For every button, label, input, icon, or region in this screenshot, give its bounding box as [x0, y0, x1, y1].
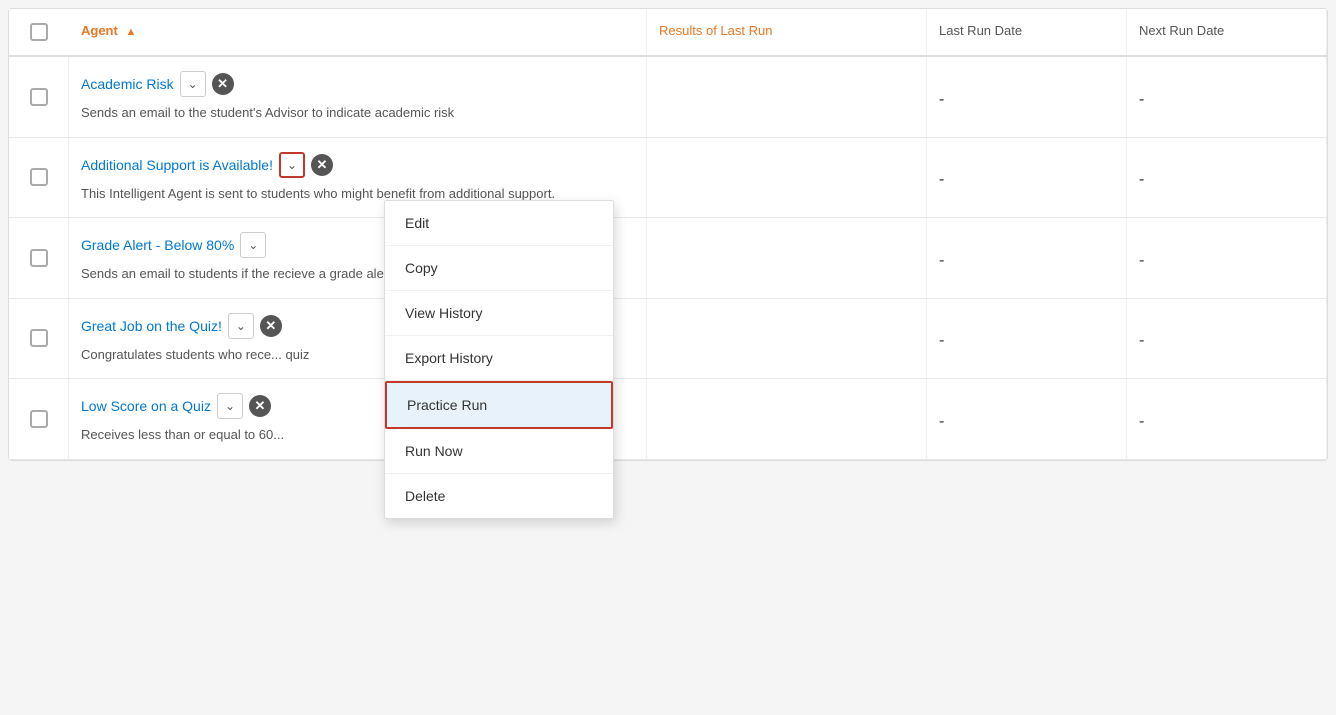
- next-run-date-cell: -: [1127, 138, 1327, 218]
- last-run-date-cell: -: [927, 57, 1127, 137]
- next-run-date-cell: -: [1127, 379, 1327, 459]
- dropdown-item-copy[interactable]: Copy: [385, 246, 613, 291]
- next-run-date-value: -: [1139, 91, 1144, 109]
- row-checkbox[interactable]: [30, 168, 48, 186]
- agent-close-button[interactable]: ✕: [260, 315, 282, 337]
- results-header-label: Results of Last Run: [659, 23, 772, 38]
- next-run-date-cell: -: [1127, 218, 1327, 298]
- sort-arrow-icon[interactable]: ▲: [125, 26, 136, 38]
- table-header: Agent ▲ Results of Last Run Last Run Dat…: [9, 9, 1327, 57]
- agent-title-row: Low Score on a Quiz ⌄ ✕: [81, 393, 271, 419]
- next-run-date-value: -: [1139, 252, 1144, 270]
- next-run-date-cell: -: [1127, 299, 1327, 379]
- last-run-date-value: -: [939, 252, 944, 270]
- row-checkbox-cell: [9, 57, 69, 137]
- dropdown-menu: Edit Copy View History Export History Pr…: [384, 200, 614, 519]
- results-cell: [647, 299, 927, 379]
- agent-name-link[interactable]: Additional Support is Available!: [81, 157, 273, 173]
- agent-close-button[interactable]: ✕: [249, 395, 271, 417]
- agents-table: Agent ▲ Results of Last Run Last Run Dat…: [8, 8, 1328, 461]
- agent-name-link[interactable]: Grade Alert - Below 80%: [81, 237, 234, 253]
- agent-close-button[interactable]: ✕: [212, 73, 234, 95]
- agent-title-row: Additional Support is Available! ⌄ ✕: [81, 152, 333, 178]
- agent-dropdown-button[interactable]: ⌄: [180, 71, 206, 97]
- header-checkbox-cell: [9, 9, 69, 55]
- agent-title-row: Grade Alert - Below 80% ⌄: [81, 232, 266, 258]
- row-checkbox[interactable]: [30, 329, 48, 347]
- agent-name-link[interactable]: Great Job on the Quiz!: [81, 318, 222, 334]
- table-row: Additional Support is Available! ⌄ ✕ Thi…: [9, 138, 1327, 219]
- agent-dropdown-button[interactable]: ⌄: [217, 393, 243, 419]
- dropdown-item-delete[interactable]: Delete: [385, 474, 613, 518]
- agent-dropdown-button[interactable]: ⌄: [240, 232, 266, 258]
- next-run-date-header: Next Run Date: [1127, 9, 1327, 55]
- agent-dropdown-button[interactable]: ⌄: [279, 152, 305, 178]
- last-run-date-value: -: [939, 91, 944, 109]
- agent-name-link[interactable]: Academic Risk: [81, 76, 174, 92]
- agent-name-link[interactable]: Low Score on a Quiz: [81, 398, 211, 414]
- dropdown-item-practice-run[interactable]: Practice Run: [385, 381, 613, 429]
- agent-cell: Academic Risk ⌄ ✕ Sends an email to the …: [69, 57, 647, 137]
- dropdown-item-run-now[interactable]: Run Now: [385, 429, 613, 474]
- row-checkbox-cell: [9, 299, 69, 379]
- next-run-date-label: Next Run Date: [1139, 23, 1224, 38]
- dropdown-item-export-history[interactable]: Export History: [385, 336, 613, 381]
- results-cell: [647, 138, 927, 218]
- row-checkbox-cell: [9, 138, 69, 218]
- table-row: Grade Alert - Below 80% ⌄ Sends an email…: [9, 218, 1327, 299]
- last-run-date-value: -: [939, 413, 944, 431]
- agent-title-row: Great Job on the Quiz! ⌄ ✕: [81, 313, 282, 339]
- table-row: Low Score on a Quiz ⌄ ✕ Receives less th…: [9, 379, 1327, 460]
- select-all-checkbox[interactable]: [30, 23, 48, 41]
- row-checkbox-cell: [9, 379, 69, 459]
- agent-description: Congratulates students who rece... quiz: [81, 345, 309, 365]
- next-run-date-value: -: [1139, 171, 1144, 189]
- agent-header-label: Agent: [81, 23, 118, 38]
- last-run-date-value: -: [939, 332, 944, 350]
- agent-column-header: Agent ▲: [69, 9, 647, 55]
- last-run-date-cell: -: [927, 379, 1127, 459]
- row-checkbox[interactable]: [30, 249, 48, 267]
- table-row: Academic Risk ⌄ ✕ Sends an email to the …: [9, 57, 1327, 138]
- last-run-date-cell: -: [927, 218, 1127, 298]
- last-run-date-header: Last Run Date: [927, 9, 1127, 55]
- last-run-date-cell: -: [927, 299, 1127, 379]
- results-cell: [647, 379, 927, 459]
- row-checkbox[interactable]: [30, 410, 48, 428]
- next-run-date-value: -: [1139, 332, 1144, 350]
- agent-title-row: Academic Risk ⌄ ✕: [81, 71, 234, 97]
- dropdown-item-edit[interactable]: Edit: [385, 201, 613, 246]
- results-column-header: Results of Last Run: [647, 9, 927, 55]
- last-run-date-value: -: [939, 171, 944, 189]
- dropdown-item-view-history[interactable]: View History: [385, 291, 613, 336]
- agent-description: Sends an email to the student's Advisor …: [81, 103, 454, 123]
- agent-dropdown-button[interactable]: ⌄: [228, 313, 254, 339]
- row-checkbox[interactable]: [30, 88, 48, 106]
- last-run-date-label: Last Run Date: [939, 23, 1022, 38]
- results-cell: [647, 218, 927, 298]
- next-run-date-value: -: [1139, 413, 1144, 431]
- agent-description: Receives less than or equal to 60...: [81, 425, 284, 445]
- table-row: Great Job on the Quiz! ⌄ ✕ Congratulates…: [9, 299, 1327, 380]
- last-run-date-cell: -: [927, 138, 1127, 218]
- next-run-date-cell: -: [1127, 57, 1327, 137]
- results-cell: [647, 57, 927, 137]
- row-checkbox-cell: [9, 218, 69, 298]
- agent-close-button[interactable]: ✕: [311, 154, 333, 176]
